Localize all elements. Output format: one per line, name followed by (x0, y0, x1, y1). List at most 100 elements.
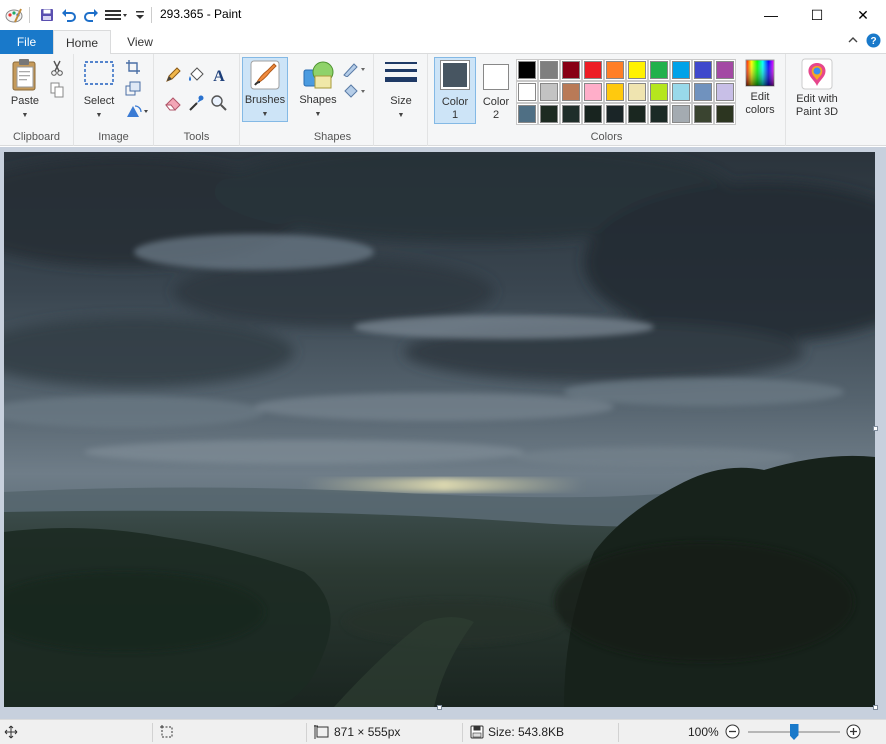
size-dropdown-icon[interactable]: ▼ (398, 109, 405, 122)
palette-swatch-color (518, 105, 536, 123)
color2-button[interactable]: Color 2 (476, 58, 516, 122)
palette-swatch[interactable] (538, 81, 560, 103)
palette-swatch[interactable] (714, 81, 736, 103)
tab-file[interactable]: File (0, 30, 53, 54)
palette-swatch[interactable] (692, 59, 714, 81)
pencil-icon[interactable] (164, 66, 182, 84)
palette-swatch-color (540, 105, 558, 123)
palette-swatch[interactable] (626, 103, 648, 125)
canvas-resize-handle-right[interactable] (873, 426, 878, 431)
paint3d-icon (801, 58, 833, 90)
tab-home[interactable]: Home (53, 30, 111, 55)
select-button[interactable]: Select ▼ (80, 58, 118, 122)
palette-swatch[interactable] (692, 103, 714, 125)
edit-colors-button[interactable]: Edit colors (738, 58, 782, 117)
landscape-painting[interactable] (4, 152, 875, 707)
magnifier-icon[interactable] (210, 94, 228, 112)
palette-swatch[interactable] (648, 103, 670, 125)
palette-swatch[interactable] (648, 81, 670, 103)
svg-text:?: ? (870, 36, 876, 47)
eraser-icon[interactable] (164, 94, 182, 112)
palette-swatch[interactable] (670, 103, 692, 125)
copy-icon[interactable] (48, 81, 66, 99)
palette-swatch[interactable] (626, 81, 648, 103)
text-icon[interactable]: A (210, 66, 228, 84)
paste-button[interactable]: Paste ▼ (6, 58, 44, 122)
fill-icon[interactable] (187, 66, 205, 84)
color-picker-icon[interactable] (187, 94, 205, 112)
canvas-resize-handle-corner[interactable] (873, 705, 878, 710)
outline-icon[interactable] (342, 60, 368, 78)
palette-swatch[interactable] (626, 59, 648, 81)
size-button[interactable]: Size ▼ (380, 58, 422, 122)
image-canvas[interactable] (4, 152, 875, 707)
palette-swatch[interactable] (516, 59, 538, 81)
resize-icon[interactable] (124, 80, 142, 98)
palette-swatch[interactable] (538, 59, 560, 81)
quick-access-dropdown-icon[interactable] (134, 5, 146, 25)
redo-icon[interactable] (82, 5, 100, 25)
select-label: Select (83, 95, 115, 107)
palette-swatch-color (650, 61, 668, 79)
palette-swatch-color (584, 61, 602, 79)
paste-dropdown-icon[interactable]: ▼ (22, 109, 29, 122)
zoom-slider[interactable] (748, 724, 840, 740)
color1-label-line1: Color (441, 96, 469, 108)
palette-swatch[interactable] (560, 81, 582, 103)
shapes-dropdown-icon[interactable]: ▼ (315, 108, 322, 121)
shapes-button[interactable]: Shapes ▼ (296, 58, 340, 121)
palette-swatch[interactable] (670, 59, 692, 81)
collapse-ribbon-icon[interactable] (848, 34, 858, 48)
edit-with-paint3d-button[interactable]: Edit with Paint 3D (788, 58, 846, 119)
palette-swatch[interactable] (604, 103, 626, 125)
cut-icon[interactable] (48, 59, 66, 77)
help-icon[interactable]: ? (866, 33, 881, 51)
zoom-slider-thumb[interactable] (789, 724, 799, 740)
palette-swatch[interactable] (582, 81, 604, 103)
tab-view[interactable]: View (113, 30, 167, 54)
color1-button[interactable]: Color 1 (434, 58, 476, 122)
select-dropdown-icon[interactable]: ▼ (96, 109, 103, 122)
brushes-dropdown-icon[interactable]: ▼ (262, 108, 269, 121)
fill-style-icon[interactable] (342, 82, 368, 100)
palette-swatch[interactable] (516, 81, 538, 103)
palette-swatch-color (562, 83, 580, 101)
paint3d-line2: Paint 3D (795, 106, 839, 118)
palette-swatch[interactable] (648, 59, 670, 81)
image-dimensions-text: 871 × 555px (334, 725, 401, 739)
zoom-out-button[interactable] (725, 724, 740, 739)
rotate-icon[interactable] (124, 102, 152, 120)
maximize-button[interactable]: ☐ (794, 0, 840, 30)
palette-swatch[interactable] (538, 103, 560, 125)
palette-swatch-color (540, 61, 558, 79)
undo-icon[interactable] (60, 5, 78, 25)
ribbon: Paste ▼ Clipboard Select ▼ Image A Tools… (0, 54, 886, 146)
palette-swatch[interactable] (516, 103, 538, 125)
palette-swatch[interactable] (560, 103, 582, 125)
palette-swatch[interactable] (560, 59, 582, 81)
palette-swatch-color (650, 83, 668, 101)
canvas-resize-handle-bottom[interactable] (437, 705, 442, 710)
palette-swatch[interactable] (582, 59, 604, 81)
customize-toolbar-icon[interactable] (104, 5, 130, 25)
palette-swatch[interactable] (604, 59, 626, 81)
size-group: Size ▼ (374, 54, 428, 146)
title-bar: 293.365 - Paint — ☐ ✕ (0, 0, 886, 30)
save-icon[interactable] (38, 5, 56, 25)
palette-swatch[interactable] (582, 103, 604, 125)
minimize-icon: — (764, 7, 778, 23)
palette-swatch[interactable] (604, 81, 626, 103)
crop-icon[interactable] (124, 58, 142, 76)
zoom-in-button[interactable] (846, 724, 861, 739)
palette-swatch[interactable] (692, 81, 714, 103)
minimize-button[interactable]: — (748, 0, 794, 30)
paint-app-icon[interactable] (4, 5, 24, 25)
close-button[interactable]: ✕ (840, 0, 886, 30)
brushes-button[interactable]: Brushes ▼ (242, 58, 288, 121)
palette-swatch[interactable] (714, 59, 736, 81)
palette-swatch[interactable] (670, 81, 692, 103)
palette-swatch-color (716, 83, 734, 101)
brush-icon (250, 60, 280, 90)
workspace[interactable] (0, 147, 886, 719)
palette-swatch[interactable] (714, 103, 736, 125)
